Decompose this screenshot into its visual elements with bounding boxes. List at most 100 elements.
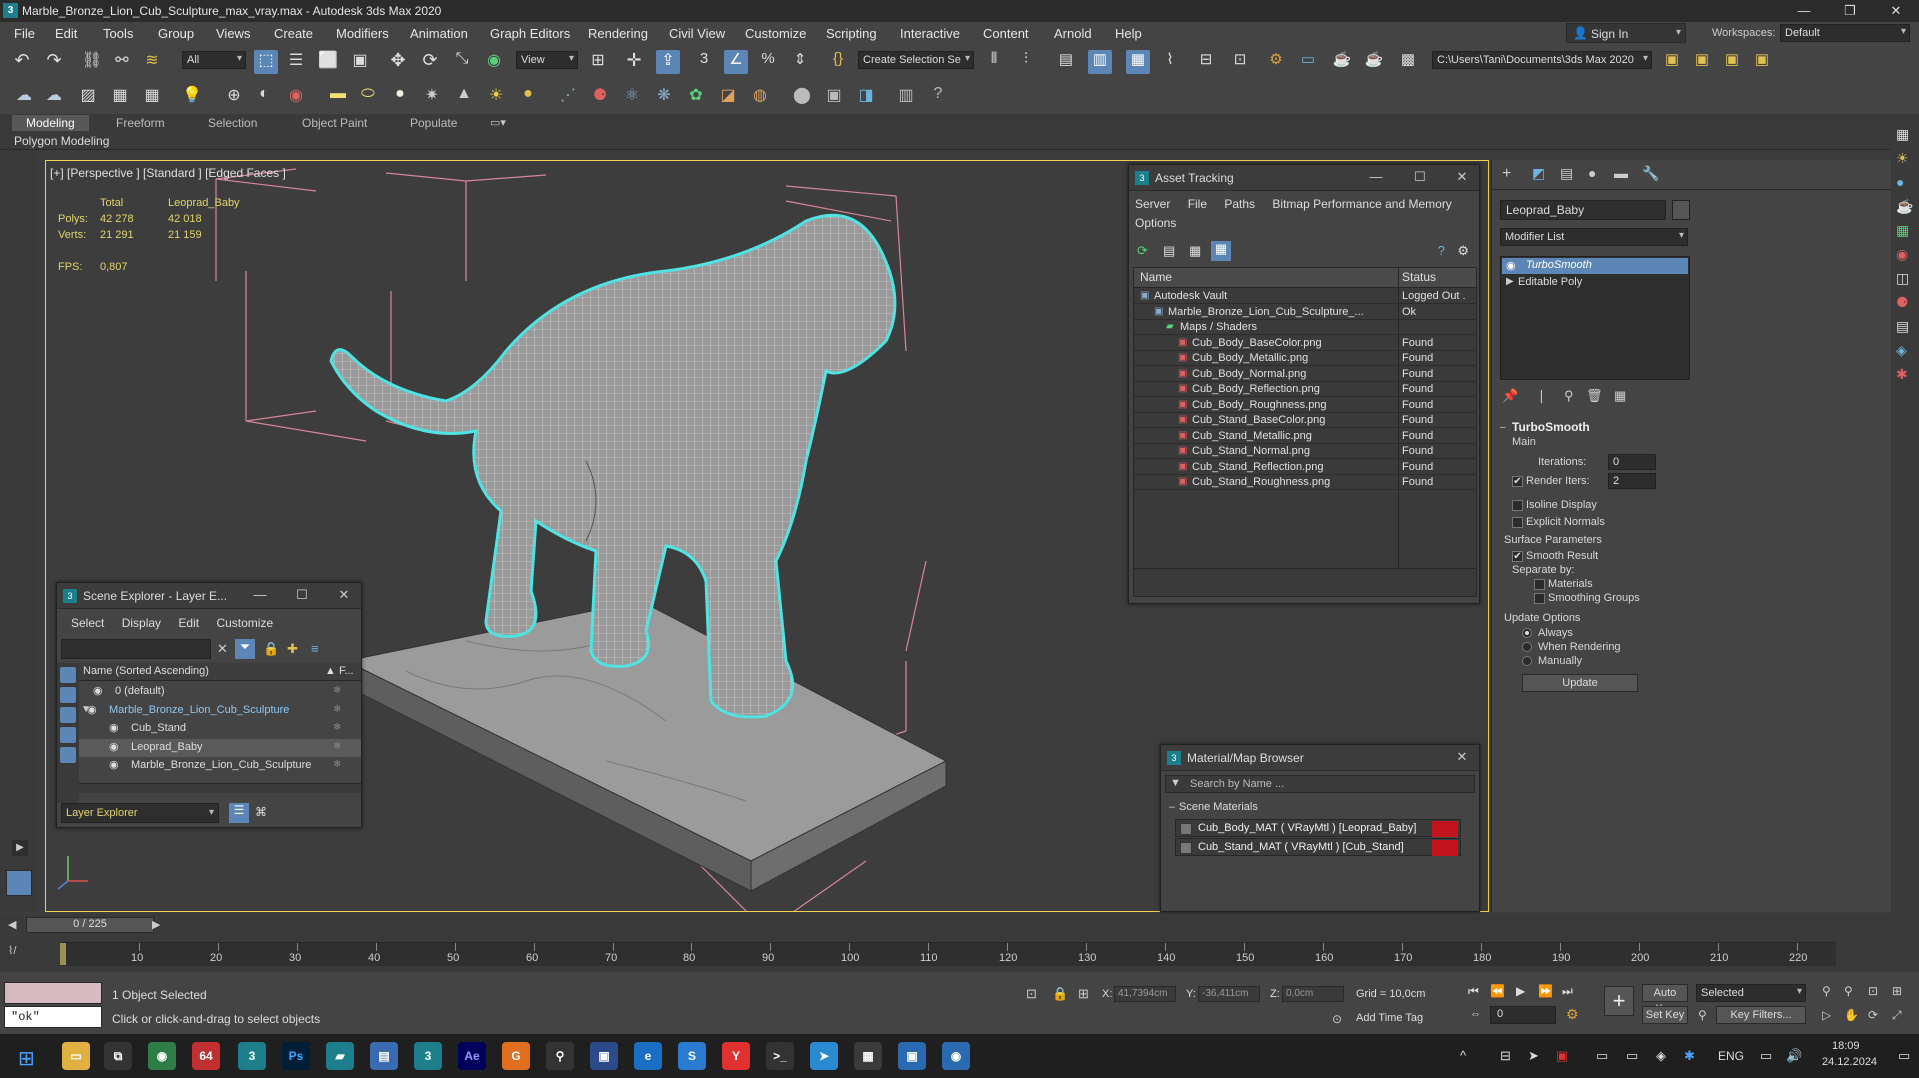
tab-freeform[interactable]: Freeform — [102, 115, 179, 131]
redo-icon[interactable]: ↷ — [42, 50, 66, 74]
render-icon[interactable]: ☕ — [1896, 198, 1913, 215]
checker-icon[interactable]: ▦ — [1896, 126, 1909, 143]
visibility-eye-icon[interactable]: ◉ — [109, 721, 119, 734]
script-icon[interactable]: ▤ — [1896, 318, 1909, 335]
time-slider[interactable]: ◀ 0 / 225 ▶ — [0, 914, 1919, 936]
teapot-icon[interactable]: ● — [1896, 174, 1904, 190]
unlink-icon[interactable]: ⚯ — [110, 50, 134, 74]
undo-icon[interactable]: ↶ — [10, 50, 34, 74]
material-browser-window[interactable]: 3 Material/Map Browser ✕ ▼ Search by Nam… — [1160, 744, 1480, 912]
toggle-ribbon-icon[interactable]: ▥ — [1088, 50, 1112, 74]
lock-icon[interactable]: 🔒 — [263, 641, 279, 657]
current-frame-field[interactable]: 0 — [1490, 1006, 1556, 1024]
menu-content[interactable]: Content — [983, 26, 1029, 41]
app-g-icon[interactable]: G — [502, 1042, 530, 1070]
make-unique-icon[interactable]: ⚲ — [1564, 388, 1574, 404]
visibility-eye-icon[interactable]: ◉ — [109, 740, 119, 753]
layer-explorer-dropdown[interactable]: Layer Explorer ▾ — [61, 803, 219, 823]
material-browser-titlebar[interactable]: 3 Material/Map Browser ✕ — [1161, 745, 1479, 771]
minimize-icon[interactable]: — — [251, 587, 269, 605]
sun-icon[interactable]: ☀ — [484, 85, 508, 109]
orbit-icon[interactable]: ⟳ — [1868, 1008, 1878, 1022]
scene-explorer-icon[interactable]: ▦ — [1126, 50, 1150, 74]
file-explorer-icon[interactable]: ▭ — [62, 1042, 90, 1070]
menu-select[interactable]: Select — [71, 616, 104, 630]
tray-app-icon[interactable]: ⊟ — [1500, 1048, 1511, 1064]
render-iters-checkbox[interactable]: ✔ — [1512, 476, 1523, 487]
tray-telegram-icon[interactable]: ➤ — [1528, 1048, 1539, 1064]
maxscript-listener[interactable] — [4, 982, 102, 1004]
image-icon[interactable]: ▨ — [76, 85, 100, 109]
sign-in-button[interactable]: 👤 Sign In ▾ — [1566, 23, 1686, 43]
rotate-icon[interactable]: ⟳ — [418, 50, 442, 74]
freeze-icon[interactable]: ❄ — [333, 685, 341, 696]
viewport-label[interactable]: [+] [Perspective ] [Standard ] [Edged Fa… — [50, 166, 286, 180]
window-crossing-icon[interactable]: ▣ — [348, 50, 372, 74]
show-end-result-icon[interactable]: ❘ — [1536, 388, 1547, 404]
col-name-header[interactable]: Name (Sorted Ascending) — [83, 665, 209, 677]
calculator-icon[interactable]: ▦ — [854, 1042, 882, 1070]
pin-stack-icon[interactable]: 📌 — [1502, 388, 1518, 404]
menu-civil-view[interactable]: Civil View — [669, 26, 725, 41]
go-to-end-icon[interactable]: ⏭ — [1562, 984, 1573, 999]
modifier-list-dropdown[interactable]: Modifier List — [1500, 228, 1688, 246]
record-icon[interactable]: ◉ — [284, 85, 308, 109]
camera-icon[interactable]: ◐ — [252, 85, 276, 109]
zoom-extents-all-icon[interactable]: ⊞ — [1892, 984, 1902, 998]
selection-lock-icon[interactable]: 🔒 — [1052, 986, 1068, 1002]
display-objects-icon[interactable] — [60, 667, 76, 683]
tab-populate[interactable]: Populate — [396, 115, 471, 131]
next-frame-icon[interactable]: ▶ — [152, 918, 160, 931]
time-config-icon[interactable]: ⚙ — [1566, 1006, 1579, 1023]
tray-shield-icon[interactable]: ◈ — [1656, 1048, 1666, 1064]
col-name-header[interactable]: Name — [1140, 268, 1172, 287]
zoom-icon[interactable]: ⚲ — [1822, 984, 1831, 998]
key-mode-icon[interactable]: ⇔ — [1470, 1008, 1481, 1020]
select-by-name-icon[interactable]: ☰ — [284, 50, 308, 74]
mirror-icon[interactable]: ⫴ — [982, 50, 1006, 74]
menu-create[interactable]: Create — [274, 26, 313, 41]
photoshop-icon[interactable]: Ps — [282, 1042, 310, 1070]
always-radio[interactable] — [1522, 628, 1532, 638]
iterations-spinner[interactable]: 0 — [1608, 454, 1656, 470]
named-selection-dropdown[interactable]: Create Selection Se — [858, 51, 974, 69]
chevron-down-icon[interactable]: ▼ — [1170, 777, 1181, 789]
visibility-eye-icon[interactable]: ◉ — [87, 703, 97, 716]
cube-icon[interactable]: ◫ — [1896, 270, 1909, 287]
inherit-container-icon[interactable]: ▣ — [1720, 50, 1744, 74]
eye-icon[interactable]: ◉ — [1506, 259, 1516, 272]
app-64-icon[interactable]: 64 — [192, 1042, 220, 1070]
previous-key-icon[interactable]: ⏪ — [1490, 984, 1505, 998]
add-time-tag-button[interactable]: Add Time Tag — [1356, 1012, 1423, 1024]
materials-checkbox[interactable] — [1534, 579, 1545, 590]
close-icon[interactable]: ✕ — [335, 587, 353, 605]
smoothing-groups-checkbox[interactable] — [1534, 593, 1545, 604]
maximize-viewport-icon[interactable]: ⤢ — [1892, 1008, 1902, 1023]
maxscript-output[interactable]: "ok" — [4, 1006, 102, 1028]
angle-snap-icon[interactable]: ∠ — [724, 50, 748, 74]
bind-spacewarp-icon[interactable]: ≋ — [140, 50, 164, 74]
menu-edit[interactable]: Edit — [178, 616, 199, 630]
menu-rendering[interactable]: Rendering — [588, 26, 648, 41]
refresh-icon[interactable]: ⟳ — [1137, 243, 1148, 259]
disc-icon[interactable]: ⬭ — [356, 85, 380, 109]
maximize-button[interactable]: ❐ — [1827, 0, 1873, 22]
viewport-layout-tab[interactable] — [6, 870, 32, 896]
yandex-icon[interactable]: Y — [722, 1042, 750, 1070]
set-key-button[interactable]: Set Key — [1642, 1006, 1688, 1024]
menu-group[interactable]: Group — [158, 26, 194, 41]
close-icon[interactable]: ✕ — [1453, 749, 1471, 767]
modifier-stack-item-turbosmooth[interactable]: ◉ TurboSmooth — [1502, 258, 1688, 274]
material-editor-icon[interactable]: ⊡ — [1228, 50, 1252, 74]
light-icon[interactable]: ☀ — [1896, 150, 1909, 167]
update-container-icon[interactable]: ▣ — [1750, 50, 1774, 74]
collapse-icon[interactable]: – — [1169, 801, 1175, 813]
tab-object-paint[interactable]: Object Paint — [288, 115, 381, 131]
windows-start-icon[interactable]: ⊞ — [18, 1046, 35, 1071]
track-bar[interactable]: ⌇/ 10 20 30 40 50 60 70 80 90 100 110 120 130 140 150 1… — [0, 936, 1919, 972]
calculator-icon[interactable]: ▦ — [108, 85, 132, 109]
particles-icon[interactable]: ⚈ — [588, 85, 612, 109]
create-tab-icon[interactable]: + — [1502, 165, 1511, 183]
explicit-normals-checkbox[interactable] — [1512, 517, 1523, 528]
physics-icon[interactable]: ⚛ — [620, 85, 644, 109]
